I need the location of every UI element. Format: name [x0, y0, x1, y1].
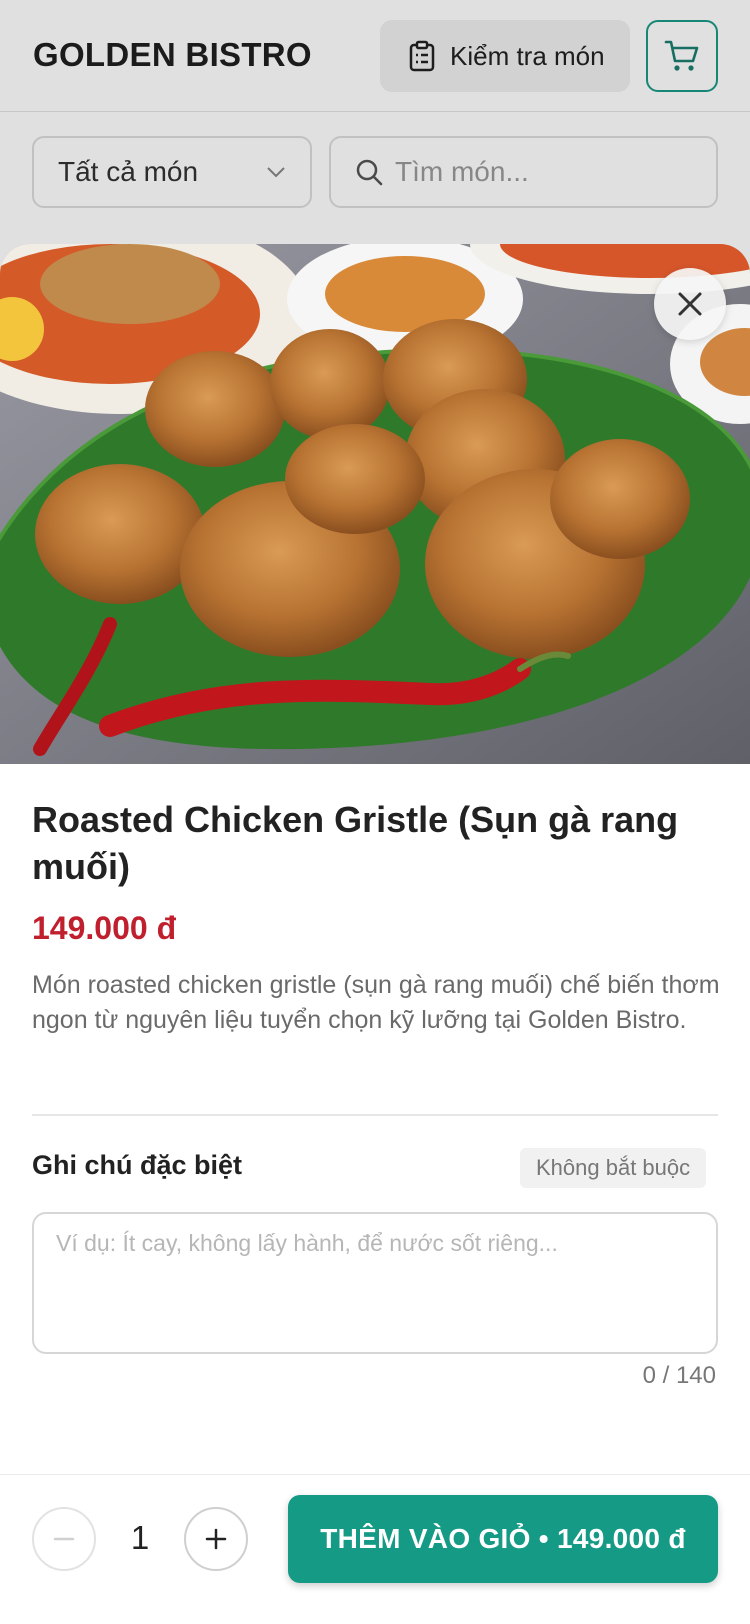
special-note-label: Ghi chú đặc biệt	[32, 1150, 243, 1180]
item-description: Món roasted chicken gristle (sụn gà rang…	[32, 971, 720, 1034]
character-counter: 0 / 140	[642, 1362, 716, 1389]
dish-photo	[0, 244, 750, 764]
close-button[interactable]	[654, 268, 726, 340]
optional-badge: Không bắt buộc	[520, 1148, 707, 1188]
decrease-quantity-button[interactable]	[32, 1507, 96, 1571]
plus-icon	[205, 1528, 227, 1550]
add-to-cart-button[interactable]: THÊM VÀO GIỎ • 149.000 đ	[288, 1495, 718, 1583]
increase-quantity-button[interactable]	[184, 1507, 248, 1571]
item-price: 149.000 đ	[32, 910, 177, 946]
minus-icon	[53, 1537, 75, 1541]
sheet-footer: 1 THÊM VÀO GIỎ • 149.000 đ	[0, 1474, 750, 1624]
item-detail-sheet: Roasted Chicken Gristle (Sụn gà rang muố…	[0, 244, 750, 1624]
item-title: Roasted Chicken Gristle (Sụn gà rang muố…	[32, 799, 679, 887]
close-icon	[678, 292, 702, 316]
quantity-value: 1	[130, 1519, 150, 1556]
special-note-input[interactable]	[32, 1212, 718, 1354]
divider	[32, 1114, 718, 1116]
